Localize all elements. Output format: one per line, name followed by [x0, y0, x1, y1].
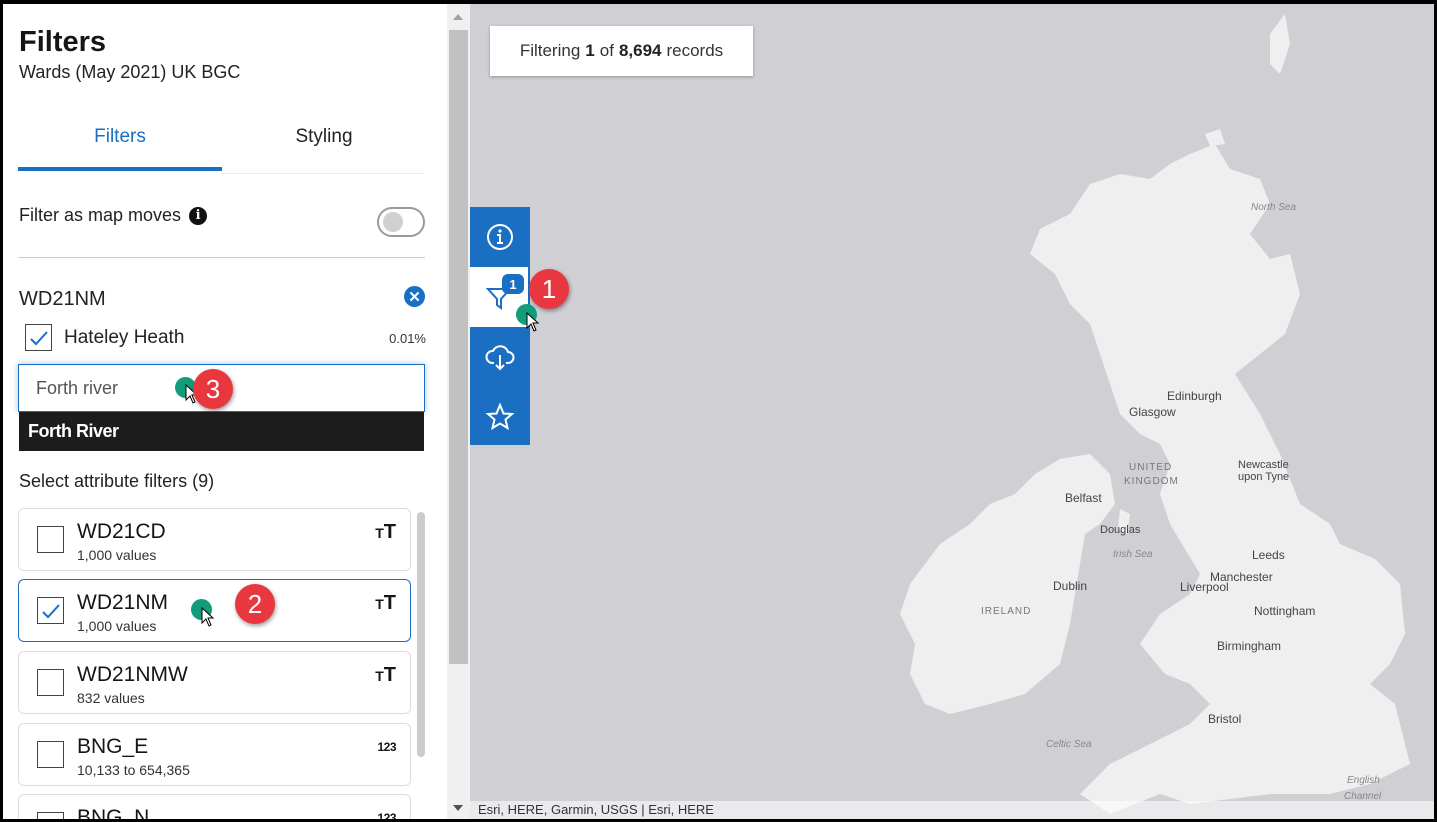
tab-styling[interactable]: Styling [222, 126, 426, 148]
filter-as-map-moves-label: Filter as map moves [19, 205, 182, 225]
info-icon [487, 224, 513, 250]
map-label: English [1347, 775, 1380, 786]
attribute-name: WD21NMW [77, 663, 188, 686]
map-label: KINGDOM [1124, 476, 1179, 487]
map-label: Glasgow [1129, 405, 1176, 419]
attribute-checkbox[interactable] [37, 669, 64, 696]
attribute-card-wd21cd[interactable]: WD21CD 1,000 values TT [18, 508, 411, 571]
map-label: Dublin [1053, 579, 1088, 593]
remove-filter-button[interactable]: ✕ [404, 286, 425, 307]
cloud-download-icon [485, 345, 515, 371]
info-icon[interactable]: i [189, 206, 208, 225]
total-count: 8,694 [618, 41, 662, 60]
attribute-card-bng-e[interactable]: BNG_E 10,133 to 654,365 123 [18, 723, 411, 786]
filter-count-badge: 1 [502, 274, 524, 294]
value-checkbox[interactable] [25, 324, 52, 351]
map-landmass [900, 14, 1410, 814]
step-marker-3: 3 [193, 369, 233, 409]
attribute-card-wd21nmw[interactable]: WD21NMW 832 values TT [18, 651, 411, 714]
filter-as-map-moves-toggle[interactable] [377, 207, 425, 237]
scroll-up-arrow[interactable] [453, 14, 463, 20]
shetland [1270, 14, 1290, 74]
attribute-summary: 832 values [77, 690, 145, 706]
download-button[interactable] [470, 327, 530, 387]
map-label: North Sea [1251, 202, 1297, 213]
check-icon [30, 331, 48, 346]
attribute-checkbox[interactable] [37, 741, 64, 768]
attribute-checkbox[interactable] [37, 597, 64, 624]
map-label: Leeds [1252, 548, 1285, 562]
attribute-checkbox[interactable] [37, 812, 64, 819]
value-percent: 0.01% [389, 331, 426, 346]
record-count: Filtering 1 of 8,694 records [490, 26, 753, 76]
app-window: Filters Wards (May 2021) UK BGC Filters … [3, 4, 1434, 819]
text-type-icon: TT [375, 521, 396, 543]
check-icon [42, 604, 60, 619]
active-filter-field: WD21NM [19, 288, 106, 310]
count-of: of [599, 41, 614, 60]
map-label: Douglas [1100, 524, 1141, 536]
scroll-down-arrow[interactable] [453, 805, 463, 811]
filter-as-map-moves-row: Filter as map moves i [19, 205, 208, 226]
count-prefix: Filtering [519, 41, 581, 60]
attribute-name: WD21CD [77, 520, 166, 543]
map-label: Belfast [1065, 491, 1102, 505]
text-type-icon: TT [375, 664, 396, 686]
attribute-list-scrollbar[interactable] [417, 512, 425, 757]
attribute-checkbox[interactable] [37, 526, 64, 553]
map-label: Birmingham [1217, 639, 1282, 653]
attribute-summary: 10,133 to 654,365 [77, 762, 190, 778]
map-view[interactable]: North Sea Edinburgh Glasgow UNITED KINGD… [470, 4, 1434, 819]
map-label: upon Tyne [1238, 471, 1290, 483]
map-label: Edinburgh [1167, 389, 1222, 403]
attribute-name: BNG_N [77, 806, 150, 819]
scrollbar-thumb[interactable] [449, 30, 468, 664]
attribute-card-bng-n[interactable]: BNG_N 123 [18, 794, 411, 819]
number-type-icon: 123 [377, 811, 396, 819]
suggestion-item[interactable]: Forth River [19, 412, 424, 451]
tab-divider [222, 173, 424, 174]
map-label: Bristol [1208, 712, 1242, 726]
step-marker-1: 1 [529, 269, 569, 309]
step-marker-2: 2 [235, 584, 275, 624]
active-tab-indicator [18, 167, 222, 171]
map-attribution: Esri, HERE, Garmin, USGS | Esri, HERE [470, 801, 1434, 819]
divider [18, 257, 425, 258]
star-icon [485, 402, 515, 431]
attribute-name: WD21NM [77, 591, 169, 614]
favorite-button[interactable] [470, 387, 530, 447]
panel-title: Filters [19, 26, 107, 58]
map-label: UNITED [1129, 462, 1173, 473]
map-label: IRELAND [981, 606, 1032, 617]
map-label: Irish Sea [1113, 549, 1153, 560]
toggle-knob [383, 212, 403, 232]
filtered-count: 1 [585, 41, 595, 60]
attribute-summary: 1,000 values [77, 547, 157, 563]
map-label: Newcastle [1238, 459, 1289, 471]
text-type-icon: TT [375, 592, 396, 614]
cursor-icon [201, 607, 215, 627]
count-suffix: records [666, 41, 724, 60]
map-label: Celtic Sea [1046, 739, 1092, 750]
map-label: Nottingham [1254, 604, 1316, 618]
attribute-name: BNG_E [77, 735, 149, 758]
layer-name: Wards (May 2021) UK BGC [19, 62, 241, 82]
attribute-summary: 1,000 values [77, 618, 157, 634]
info-button[interactable] [470, 207, 530, 267]
panel-scrollbar[interactable] [447, 4, 470, 819]
orkney [1205, 129, 1225, 146]
filters-panel: Filters Wards (May 2021) UK BGC Filters … [3, 4, 447, 819]
number-type-icon: 123 [377, 740, 396, 754]
action-rail: 1 [470, 207, 530, 445]
value-label: Hateley Heath [64, 327, 185, 348]
map-label: Liverpool [1180, 580, 1229, 594]
attribute-filters-label: Select attribute filters (9) [19, 471, 215, 491]
cursor-icon [526, 312, 540, 332]
tab-filters[interactable]: Filters [18, 126, 222, 148]
